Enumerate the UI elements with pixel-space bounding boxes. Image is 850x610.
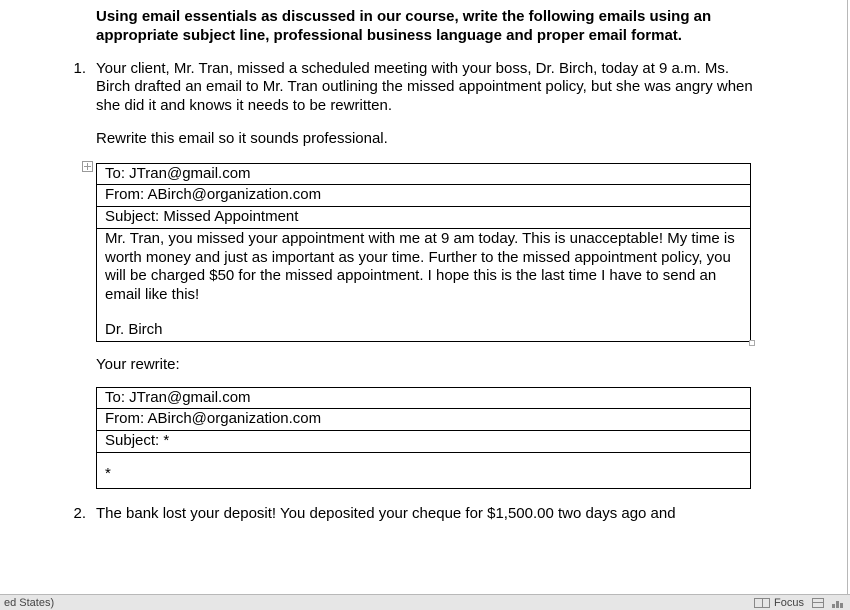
rewrite-subject-row[interactable]: Subject: * bbox=[97, 431, 751, 453]
rewrite-email-table: To: JTran@gmail.com From: ABirch@organiz… bbox=[96, 387, 751, 489]
table-resize-handle[interactable] bbox=[749, 340, 755, 346]
rewrite-label: Your rewrite: bbox=[96, 356, 807, 373]
question-1: 1. Your client, Mr. Tran, missed a sched… bbox=[40, 60, 807, 163]
question-1-scenario: Your client, Mr. Tran, missed a schedule… bbox=[96, 60, 759, 116]
status-language[interactable]: ed States) bbox=[4, 597, 54, 609]
email-body-row[interactable]: Mr. Tran, you missed your appointment wi… bbox=[97, 228, 751, 341]
focus-label: Focus bbox=[774, 597, 804, 609]
rewrite-from-row[interactable]: From: ABirch@organization.com bbox=[97, 409, 751, 431]
question-number: 2. bbox=[40, 505, 96, 522]
email-from-row[interactable]: From: ABirch@organization.com bbox=[97, 185, 751, 207]
rewrite-body-row[interactable]: * bbox=[97, 452, 751, 488]
question-2-scenario-partial: The bank lost your deposit! You deposite… bbox=[96, 505, 759, 524]
email-signature: Dr. Birch bbox=[105, 321, 744, 340]
assignment-instructions: Using email essentials as discussed in o… bbox=[96, 8, 759, 46]
print-layout-icon[interactable] bbox=[812, 598, 824, 608]
document-page: Using email essentials as discussed in o… bbox=[0, 0, 848, 594]
email-subject-row[interactable]: Subject: Missed Appointment bbox=[97, 207, 751, 229]
question-number: 1. bbox=[40, 60, 96, 77]
focus-mode-button[interactable]: Focus bbox=[754, 597, 804, 609]
rewrite-to-row[interactable]: To: JTran@gmail.com bbox=[97, 387, 751, 409]
web-layout-icon[interactable] bbox=[832, 598, 846, 608]
email-body-text: Mr. Tran, you missed your appointment wi… bbox=[105, 230, 744, 305]
focus-icon bbox=[754, 598, 770, 608]
email-to-row[interactable]: To: JTran@gmail.com bbox=[97, 163, 751, 185]
question-1-task: Rewrite this email so it sounds professi… bbox=[96, 130, 759, 149]
status-bar: ed States) Focus bbox=[0, 594, 850, 610]
question-2-partial: 2. The bank lost your deposit! You depos… bbox=[40, 505, 807, 538]
original-email-table: To: JTran@gmail.com From: ABirch@organiz… bbox=[96, 163, 751, 342]
table-anchor-icon[interactable] bbox=[82, 161, 93, 172]
